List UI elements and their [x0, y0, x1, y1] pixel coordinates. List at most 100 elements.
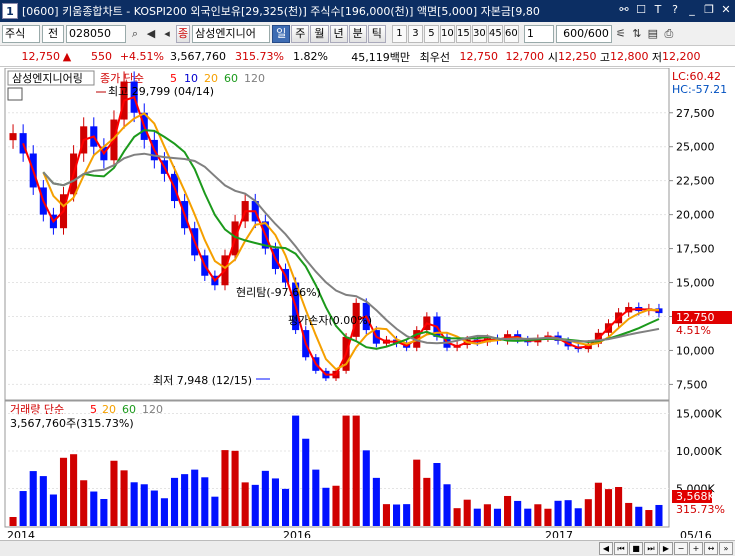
chart-area[interactable]: 삼성엔지니어링 종가 단순 5 10 20 60 120 LC:60.42 HC…	[0, 68, 735, 538]
volume-bar	[352, 415, 360, 526]
interval-60[interactable]: 60	[503, 24, 519, 43]
tab-minute[interactable]: 분	[348, 24, 367, 43]
volume-bar	[19, 491, 27, 526]
link-icon[interactable]: ⚯	[617, 3, 631, 17]
jump-end-icon[interactable]: ⏭	[644, 542, 658, 555]
volume-bar	[281, 488, 290, 526]
hc-label: HC:-57.21	[672, 83, 727, 96]
pin-icon[interactable]: T	[651, 3, 665, 17]
vol-ma20-legend: 20	[102, 403, 116, 416]
interval-3[interactable]: 3	[407, 24, 423, 43]
volume-bar	[645, 510, 653, 526]
interval-1[interactable]: 1	[391, 24, 407, 43]
low-annotation: 최저 7,948 (12/15)	[153, 374, 252, 387]
tab-day[interactable]: 일	[272, 24, 291, 43]
volume-bar	[231, 450, 239, 526]
close-icon[interactable]: ✕	[719, 3, 733, 17]
x-label-2016: 2016	[283, 529, 311, 538]
x-label-2014: 2014	[7, 529, 35, 538]
mode-select[interactable]: 전	[42, 24, 64, 43]
interval-10[interactable]: 10	[439, 24, 455, 43]
grid-toggle-icon[interactable]	[7, 87, 23, 101]
volume-bar	[120, 470, 128, 526]
minimize-icon[interactable]: _	[685, 3, 699, 17]
save-icon[interactable]: ▤	[646, 25, 660, 43]
volume-bar	[473, 508, 481, 526]
volume-bar	[594, 482, 602, 526]
volume-bar	[110, 460, 118, 526]
tab-year[interactable]: 년	[329, 24, 348, 43]
interval-5[interactable]: 5	[423, 24, 439, 43]
zoom-out-icon[interactable]: −	[674, 542, 688, 555]
scroll-left-icon[interactable]: ◀	[599, 542, 613, 555]
open-label: 시	[547, 50, 558, 64]
search-icon[interactable]: ⌕	[128, 25, 142, 43]
volume-bar	[312, 469, 320, 526]
price-tick-label: 10,000	[676, 344, 715, 357]
indicator-icon[interactable]: ⇅	[630, 25, 644, 43]
help-icon[interactable]: ?	[668, 3, 682, 17]
volume-bar	[130, 482, 138, 526]
stop-icon[interactable]: ■	[629, 542, 643, 555]
vol-ma120-legend: 120	[142, 403, 163, 416]
volume-bar	[574, 508, 582, 526]
price-tick-label: 27,500	[676, 107, 715, 120]
high-annotation: 최고 29,799 (04/14)	[108, 85, 214, 98]
speaker-icon[interactable]: ◀	[144, 25, 158, 43]
jump-start-icon[interactable]: ⏮	[614, 542, 628, 555]
price-tick-label: 22,500	[676, 175, 715, 188]
x-label-right: 05/16	[680, 529, 712, 538]
volume-bar	[524, 508, 532, 526]
restore-icon[interactable]: ❐	[702, 3, 716, 17]
volume-bar	[100, 499, 108, 526]
data-count-field[interactable]: 600/600	[555, 24, 612, 43]
volume-bar	[90, 491, 98, 526]
maximize-icon[interactable]: ☐	[634, 3, 648, 17]
market-select[interactable]: 주식	[2, 24, 40, 43]
tab-tick[interactable]: 틱	[367, 24, 386, 43]
volume-bar	[544, 508, 552, 526]
favorite-icon[interactable]: 종	[176, 24, 191, 43]
volume-bar	[463, 499, 471, 526]
low-label: 저	[651, 50, 662, 64]
tab-week[interactable]: 주	[291, 24, 310, 43]
print-icon[interactable]: ⎙	[662, 25, 676, 43]
volume-bar	[584, 499, 592, 526]
interval-buttons: 1 3 5 10 15 30 45 60	[391, 24, 519, 43]
stock-code-input[interactable]: 028050	[66, 24, 126, 43]
volume-bar	[332, 485, 340, 526]
volume-value-label: 3,567,760주(315.73%)	[10, 417, 134, 430]
zoom-in-icon[interactable]: +	[689, 542, 703, 555]
volume-bar	[160, 498, 168, 526]
volume-bar	[302, 438, 310, 526]
price-tick-label: 20,000	[676, 209, 715, 222]
interval-45[interactable]: 45	[487, 24, 503, 43]
window-number-badge[interactable]: 1	[2, 3, 18, 19]
scroll-right-icon[interactable]: ▶	[659, 542, 673, 555]
volume-bar	[372, 477, 380, 526]
volume-bar	[59, 457, 68, 526]
current-pct-tag: 4.51%	[676, 324, 711, 337]
chart-settings-icon[interactable]: ⚟	[614, 25, 628, 43]
more-icon[interactable]: »	[719, 542, 733, 555]
current-price: 12,750	[21, 50, 61, 63]
interval-30[interactable]: 30	[471, 24, 487, 43]
volume-bar	[625, 502, 633, 526]
volume-bar	[170, 477, 179, 526]
volume-bar	[635, 506, 643, 526]
volume-bar	[140, 484, 148, 526]
volume-bar	[604, 489, 613, 526]
prev-stock-icon[interactable]: ◂	[160, 25, 174, 43]
volume-bar	[433, 463, 441, 526]
chart-canvas[interactable]: 삼성엔지니어링 종가 단순 5 10 20 60 120 LC:60.42 HC…	[0, 68, 735, 538]
current-price-tag-text: 12,750	[676, 311, 715, 324]
volume-bar	[49, 494, 57, 526]
unit-select[interactable]: 1	[523, 24, 554, 43]
fit-icon[interactable]: ↔	[704, 542, 718, 555]
volume-bar	[504, 495, 512, 526]
tab-month[interactable]: 월	[310, 24, 329, 43]
low-price: 12,200	[662, 50, 701, 63]
volume-bar	[423, 477, 431, 526]
interval-15[interactable]: 15	[455, 24, 471, 43]
volume-bar	[292, 415, 300, 526]
